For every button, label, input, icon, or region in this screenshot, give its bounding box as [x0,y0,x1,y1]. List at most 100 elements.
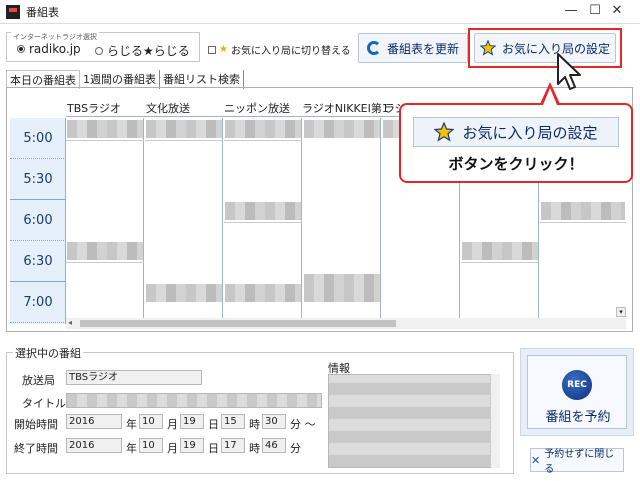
station-column [224,118,302,318]
time-slot: 5:00 [10,118,65,159]
reserve-program-button[interactable]: REC 番組を予約 [527,355,627,429]
radio-option-radiko[interactable]: radiko.jp [17,42,81,56]
start-day-field[interactable]: 19 [180,414,204,429]
close-without-reserve-button[interactable]: ✕ 予約せずに閉じる [530,448,624,475]
month-unit: 月 [167,442,178,455]
radio-dot-icon [17,45,25,53]
scroll-down-icon[interactable]: ▾ [616,307,626,317]
start-year-field[interactable]: 2016 [66,414,122,429]
window-title: 番組表 [26,6,59,19]
star-icon [434,122,455,142]
start-hour-field[interactable]: 15 [221,414,245,429]
horizontal-scrollbar[interactable]: ◂ [66,318,626,329]
instruction-callout: お気に入り局の設定 ボタンをクリック！ [399,103,633,183]
end-minute-field[interactable]: 46 [262,438,286,453]
hour-unit: 時 [249,418,260,431]
checkbox-icon [208,45,216,54]
divider [461,262,539,263]
minute-range-unit: 分 ～ [290,418,316,431]
favorite-settings-button[interactable]: お気に入り局の設定 [474,33,616,63]
star-icon: ★ [219,44,228,55]
divider [540,222,626,223]
close-icon: ✕ [531,453,541,467]
time-slot: 6:00 [10,200,65,241]
scroll-left-icon[interactable]: ◂ [68,318,72,327]
year-unit: 年 [126,442,137,455]
title-label: タイトル [22,397,66,410]
station-header[interactable]: TBSラジオ [67,100,121,116]
scrollbar-thumb[interactable] [80,320,396,327]
radio-option-label: radiko.jp [29,42,81,56]
close-label: 予約せずに閉じる [544,449,615,475]
station-field: TBSラジオ [66,370,202,385]
time-slot: 6:30 [10,241,65,282]
program-cell[interactable] [67,242,143,260]
program-cell[interactable] [462,242,538,260]
info-textbox[interactable] [328,374,500,468]
day-unit: 日 [208,442,219,455]
end-month-field[interactable]: 10 [139,438,163,453]
reserve-panel: REC 番組を予約 [520,348,634,436]
program-cell[interactable] [67,120,143,138]
divider [145,140,223,141]
program-cell[interactable] [304,120,380,138]
time-slot: 5:30 [10,159,65,200]
start-minute-field[interactable]: 30 [262,414,286,429]
day-unit: 日 [208,418,219,431]
start-time-label: 開始時間 [14,418,58,431]
radio-option-rajiru[interactable]: らじる★らじる [95,42,190,59]
callout-instruction-text: ボタンをクリック！ [448,155,584,173]
station-column [66,118,144,318]
callout-button-label: お気に入り局の設定 [462,123,598,142]
program-cell[interactable] [541,202,625,220]
radio-option-label: らじる★らじる [107,44,190,58]
refresh-icon [366,41,381,55]
program-cell[interactable] [225,284,301,302]
station-label: 放送局 [22,374,55,387]
time-column: 5:00 5:30 6:00 6:30 7:00 [10,118,66,324]
end-hour-field[interactable]: 17 [221,438,245,453]
station-header[interactable]: 文化放送 [146,100,190,116]
start-month-field[interactable]: 10 [139,414,163,429]
refresh-schedule-button[interactable]: 番組表を更新 [358,33,468,63]
star-icon [479,40,496,56]
favorite-toggle-label: お気に入り局に切り替える [230,46,351,57]
radio-source-group: インターネットラジオ選択 radiko.jp らじる★らじる [6,32,200,62]
hour-unit: 時 [249,442,260,455]
divider [224,140,302,141]
program-cell[interactable] [225,202,301,220]
divider [224,222,302,223]
month-unit: 月 [167,418,178,431]
station-column [145,118,223,318]
station-header[interactable]: ニッポン放送 [224,100,290,116]
program-cell[interactable] [146,284,222,302]
minute-unit: 分 [290,442,301,455]
refresh-label: 番組表を更新 [386,41,459,56]
station-header[interactable]: ラジオNIKKEI第1 [302,100,389,116]
station-column [303,118,381,318]
rec-icon: REC [562,370,592,400]
end-time-label: 終了時間 [14,442,58,455]
callout-pointer-fill [543,88,557,105]
selected-program-legend: 選択中の番組 [13,345,83,361]
divider [66,140,144,141]
time-slot: 7:00 [10,282,65,323]
title-field [66,393,322,408]
reserve-label: 番組を予約 [545,410,611,425]
info-scrollbar[interactable] [490,374,500,468]
divider [66,262,144,263]
radio-dot-icon [95,46,103,55]
close-window-button[interactable]: ✕ [594,0,640,24]
callout-favorite-settings-button: お気に入り局の設定 [413,117,619,147]
app-icon [6,5,20,19]
end-year-field[interactable]: 2016 [66,438,122,453]
mouse-cursor-icon [557,53,581,90]
year-unit: 年 [126,418,137,431]
program-cell[interactable] [146,120,222,138]
favorite-toggle-checkbox[interactable]: ★ お気に入り局に切り替える [208,42,351,57]
title-bar: 番組表 — ☐ ✕ [0,0,640,24]
program-cell[interactable] [304,274,380,302]
program-cell[interactable] [225,120,301,138]
end-day-field[interactable]: 19 [180,438,204,453]
radio-group-label: インターネットラジオ選択 [11,32,99,42]
